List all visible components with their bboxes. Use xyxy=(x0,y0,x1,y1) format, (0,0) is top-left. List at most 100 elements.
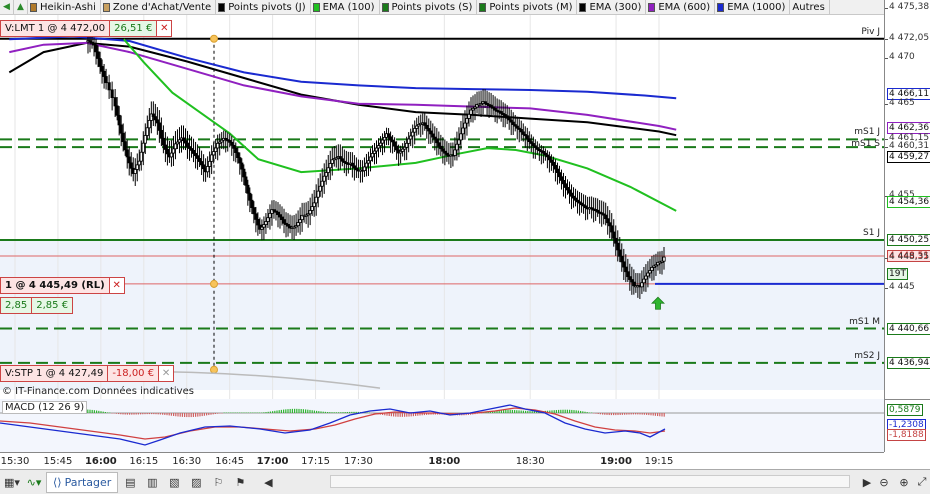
level-tag: mS2 J xyxy=(854,350,880,361)
zoom-out-icon[interactable]: ⊖ xyxy=(874,472,894,493)
candle-body xyxy=(632,281,636,287)
macd-histogram-bar xyxy=(298,408,300,413)
time-axis-label: 19:00 xyxy=(600,456,632,467)
macd-histogram-bar xyxy=(274,410,276,413)
macd-axis[interactable]: 0,5879 -1,2308 -1,8188 xyxy=(884,399,930,452)
candle-body xyxy=(121,132,125,143)
candle-body xyxy=(199,161,204,166)
position-label[interactable]: 1 @ 4 445,49 (RL) xyxy=(0,277,110,294)
macd-histogram-bar xyxy=(302,409,304,413)
time-axis[interactable]: 15:30 15:45 16:00 16:15 16:30 16:45 17:00 17:15… xyxy=(0,452,884,469)
candle-body xyxy=(212,151,216,156)
candle-body xyxy=(437,142,441,147)
price-axis-marker: 4 440,66 xyxy=(887,322,930,335)
tool-icon-2[interactable]: ▥ xyxy=(142,472,162,493)
legend-item[interactable]: EMA (300) xyxy=(577,0,647,14)
macd-histogram-bar xyxy=(190,413,192,418)
price-axis-marker: 4 450,25 xyxy=(887,233,930,246)
stop-order-label[interactable]: V:STP 1 @ 4 427,49 xyxy=(0,365,109,382)
macd-histogram-bar xyxy=(272,411,274,413)
macd-histogram-bar xyxy=(234,412,236,413)
candle-body xyxy=(316,190,320,198)
stop-order[interactable]: V:STP 1 @ 4 427,49 -18,00 € ✕ xyxy=(0,365,175,382)
legend-item[interactable]: Heikin-Ashi xyxy=(28,0,101,14)
candle-body xyxy=(618,249,622,257)
tool-icon-1[interactable]: ▤ xyxy=(120,472,140,493)
macd-histogram-bar xyxy=(210,413,212,415)
macd-histogram-bar xyxy=(641,413,643,415)
legend-item[interactable]: Zone d'Achat/Vente xyxy=(101,0,217,14)
candle-body xyxy=(644,275,648,280)
close-icon[interactable]: ✕ xyxy=(157,20,173,37)
macd-histogram-bar xyxy=(657,413,659,417)
candle-body xyxy=(232,144,236,149)
candle-body xyxy=(94,44,98,53)
indicator-icon[interactable]: ∿▾ xyxy=(24,472,44,493)
candle-body xyxy=(563,183,568,188)
limit-order-pnl: 26,51 € xyxy=(110,20,158,37)
candle-body xyxy=(380,139,385,144)
nav-left-icon[interactable]: ◀ xyxy=(0,0,14,14)
macd-histogram-bar xyxy=(648,413,650,416)
price-axis[interactable]: 4 475,38 4 472,05 4 470 4 466,11 4 465 4 462,… xyxy=(884,0,930,399)
macd-histogram-bar xyxy=(619,413,621,415)
time-axis-label: 16:00 xyxy=(84,456,117,467)
candle-body xyxy=(256,219,260,226)
candle-body xyxy=(264,221,268,225)
macd-legend[interactable]: MACD (12 26 9) xyxy=(2,401,88,414)
macd-histogram-bar xyxy=(208,413,210,416)
macd-histogram-bar xyxy=(109,412,111,413)
candle-body xyxy=(386,133,391,138)
macd-histogram-bar xyxy=(203,413,205,416)
legend-item[interactable]: Autres xyxy=(790,0,830,14)
legend-item[interactable]: EMA (600) xyxy=(646,0,716,14)
order-anchor-dot[interactable] xyxy=(210,279,218,288)
time-axis-label: 18:30 xyxy=(515,456,545,467)
time-axis-label: 19:15 xyxy=(644,456,674,467)
chart-type-icon[interactable]: ▦▾ xyxy=(2,472,22,493)
time-axis-label: 17:30 xyxy=(344,456,373,467)
candle-body xyxy=(171,148,176,154)
tool-icon-5[interactable]: ⚐ xyxy=(208,472,228,493)
price-axis-marker: 4 436,94 xyxy=(887,356,930,369)
limit-order-label[interactable]: V:LMT 1 @ 4 472,00 xyxy=(0,20,111,37)
close-stop-icon[interactable]: ✕ xyxy=(159,365,175,382)
tool-icon-4[interactable]: ▨ xyxy=(186,472,206,493)
order-anchor-dot[interactable] xyxy=(210,34,218,43)
legend-item[interactable]: EMA (1000) xyxy=(715,0,791,14)
share-label: Partager xyxy=(64,475,112,489)
candle-body xyxy=(246,184,250,194)
legend-swatch xyxy=(102,2,110,12)
bottom-toolbar: ▦▾ ∿▾ ⟨⟩ Partager ▤ ▥ ▧ ▨ ⚐ ⚑ ◀ ▶ ⊖ ⊕ ⤢ xyxy=(0,469,930,494)
share-button[interactable]: ⟨⟩ Partager xyxy=(46,471,119,493)
macd-histogram-bar xyxy=(140,413,142,415)
candle-body xyxy=(100,66,104,72)
tool-icon-3[interactable]: ▧ xyxy=(164,472,184,493)
macd-histogram-bar xyxy=(250,412,252,413)
nav-up-icon[interactable]: ▲ xyxy=(14,0,28,14)
legend-swatch xyxy=(579,2,587,12)
order-anchor-dot[interactable] xyxy=(210,365,218,374)
legend-item[interactable]: Points pivots (M) xyxy=(477,0,578,14)
macd-histogram-bar xyxy=(285,409,287,413)
macd-histogram-bar xyxy=(258,412,260,413)
position-line[interactable]: 1 @ 4 445,49 (RL) ✕ xyxy=(0,277,125,294)
source-note: © IT-Finance.com Données indicatives xyxy=(2,386,194,397)
macd-chart[interactable] xyxy=(0,399,884,452)
sell-limit-order[interactable]: V:LMT 1 @ 4 472,00 26,51 € ✕ xyxy=(0,20,173,37)
candle-body xyxy=(202,164,206,170)
zoom-in-icon[interactable]: ⊕ xyxy=(894,472,914,493)
legend-item[interactable]: Points pivots (S) xyxy=(380,0,478,14)
legend-item[interactable]: EMA (100) xyxy=(311,0,380,14)
expand-icon[interactable]: ⤢ xyxy=(912,472,930,493)
price-chart[interactable] xyxy=(0,15,884,399)
macd-histogram-bar xyxy=(564,409,566,413)
macd-histogram-bar xyxy=(580,410,582,413)
candle-body xyxy=(165,149,170,155)
close-position-icon[interactable]: ✕ xyxy=(109,277,125,294)
tool-icon-6[interactable]: ⚑ xyxy=(230,472,250,493)
scroll-left-icon[interactable]: ◀ xyxy=(258,472,278,493)
time-scrollbar[interactable] xyxy=(330,475,850,488)
macd-histogram-bar xyxy=(599,413,601,415)
legend-item[interactable]: Points pivots (J) xyxy=(216,0,311,14)
